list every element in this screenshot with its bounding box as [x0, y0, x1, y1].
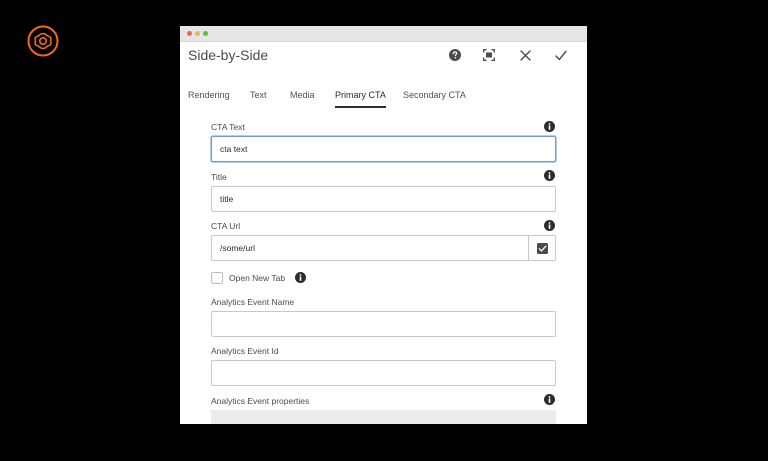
info-icon[interactable]	[544, 220, 555, 231]
info-icon[interactable]	[544, 121, 555, 132]
title-input[interactable]	[211, 186, 556, 212]
analytics-event-properties-field[interactable]	[211, 410, 556, 424]
analytics-event-id-label: Analytics Event Id	[211, 346, 279, 356]
browser-window: Side-by-Side Rendering Text Media Primar…	[180, 26, 587, 424]
info-icon[interactable]	[544, 170, 555, 181]
title-label: Title	[211, 172, 227, 182]
analytics-event-name-label: Analytics Event Name	[211, 297, 295, 307]
tab-media[interactable]: Media	[290, 88, 315, 106]
cta-url-input[interactable]	[212, 236, 529, 260]
url-picker-button[interactable]	[529, 236, 555, 260]
info-icon[interactable]	[295, 272, 306, 283]
tab-secondary-cta[interactable]: Secondary CTA	[403, 88, 466, 106]
cta-text-label: CTA Text	[211, 122, 245, 132]
tab-rendering[interactable]: Rendering	[188, 88, 230, 106]
cta-url-field	[211, 235, 556, 261]
info-icon[interactable]	[544, 394, 555, 405]
checkbox-picker-icon	[536, 242, 548, 254]
dialog-form: Rendering Text Media Primary CTA Seconda…	[180, 26, 587, 424]
page: Side-by-Side Rendering Text Media Primar…	[0, 0, 768, 461]
aem-logo-icon	[27, 25, 59, 57]
analytics-event-properties-label: Analytics Event properties	[211, 396, 310, 406]
cta-text-input[interactable]	[211, 136, 556, 162]
analytics-event-id-input[interactable]	[211, 360, 556, 386]
tab-list: Rendering Text Media Primary CTA Seconda…	[180, 88, 587, 110]
tab-primary-cta[interactable]: Primary CTA	[335, 88, 386, 108]
cta-url-label: CTA Url	[211, 221, 241, 231]
analytics-event-name-input[interactable]	[211, 311, 556, 337]
tab-text[interactable]: Text	[250, 88, 267, 106]
open-new-tab-label: Open New Tab	[229, 273, 286, 283]
open-new-tab-checkbox[interactable]	[211, 272, 223, 284]
